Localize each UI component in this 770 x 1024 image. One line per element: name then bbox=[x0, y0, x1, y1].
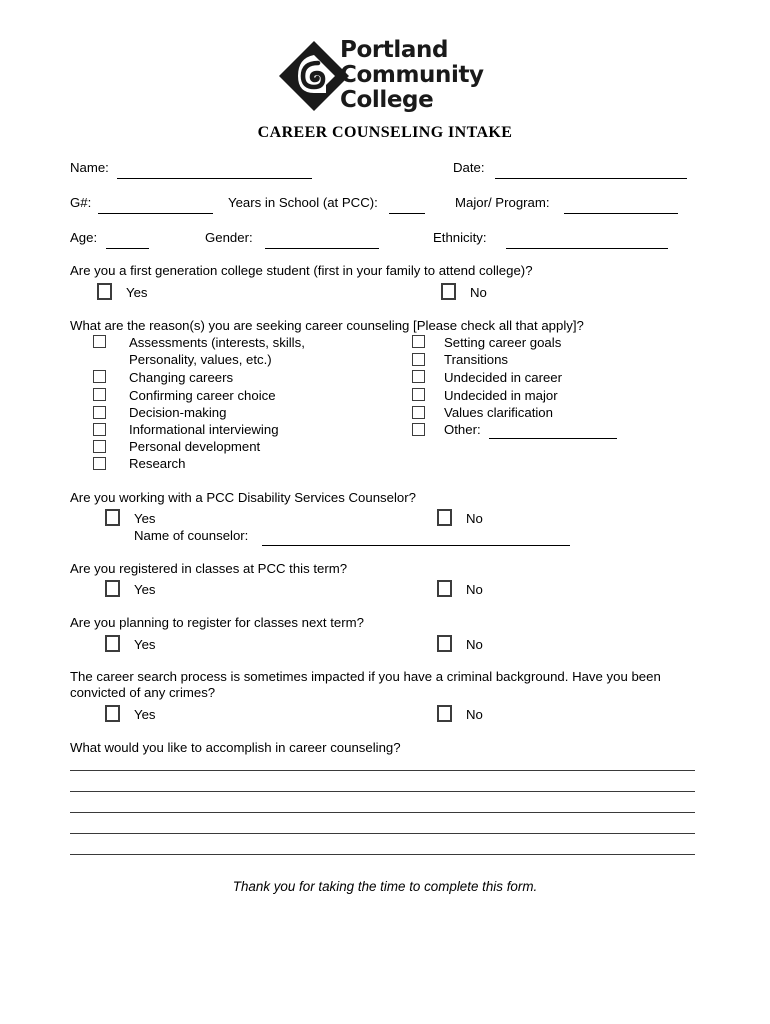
accomplish-answer-line-4[interactable] bbox=[70, 833, 695, 834]
reason-decision-making-checkbox[interactable] bbox=[93, 406, 106, 419]
major-program-label: Major/ Program: bbox=[455, 195, 550, 210]
years-in-school-label: Years in School (at PCC): bbox=[228, 195, 378, 210]
reason-personal-development-checkbox[interactable] bbox=[93, 440, 106, 453]
planning-next-term-question: Are you planning to register for classes… bbox=[70, 615, 364, 630]
age-input[interactable] bbox=[106, 248, 149, 249]
page-title: CAREER COUNSELING INTAKE bbox=[257, 124, 513, 141]
reason-setting-career-goals-checkbox[interactable] bbox=[412, 335, 425, 348]
reason-other-label: Other: bbox=[444, 422, 481, 437]
accomplish-question: What would you like to accomplish in car… bbox=[70, 740, 401, 755]
registered-this-term-yes-label: Yes bbox=[134, 582, 156, 597]
gender-input[interactable] bbox=[265, 248, 379, 249]
reason-informational-interviewing-label: Informational interviewing bbox=[129, 422, 279, 437]
registered-this-term-yes-checkbox[interactable] bbox=[105, 580, 120, 597]
age-label: Age: bbox=[70, 230, 98, 245]
reason-undecided-in-career-checkbox[interactable] bbox=[412, 370, 425, 383]
accomplish-answer-line-1[interactable] bbox=[70, 770, 695, 771]
reason-confirming-career-choice-checkbox[interactable] bbox=[93, 388, 106, 401]
first-generation-yes-checkbox[interactable] bbox=[97, 283, 112, 300]
reason-assessments-label-line1: Assessments (interests, skills, bbox=[129, 335, 305, 350]
reason-informational-interviewing-checkbox[interactable] bbox=[93, 423, 106, 436]
reason-values-clarification-checkbox[interactable] bbox=[412, 406, 425, 419]
reason-changing-careers-checkbox[interactable] bbox=[93, 370, 106, 383]
pcc-logo-wordmark: Portland Community College bbox=[340, 38, 484, 113]
counselor-name-label: Name of counselor: bbox=[134, 528, 249, 543]
name-label: Name: bbox=[70, 160, 109, 175]
reason-transitions-checkbox[interactable] bbox=[412, 353, 425, 366]
ethnicity-label: Ethnicity: bbox=[433, 230, 487, 245]
date-input[interactable] bbox=[495, 178, 687, 179]
form-page: Portland Community College CAREER COUNSE… bbox=[0, 0, 770, 1024]
disability-services-yes-checkbox[interactable] bbox=[105, 509, 120, 526]
ethnicity-input[interactable] bbox=[506, 248, 668, 249]
reason-research-label: Research bbox=[129, 456, 186, 471]
reason-confirming-career-choice-label: Confirming career choice bbox=[129, 388, 276, 403]
disability-services-question: Are you working with a PCC Disability Se… bbox=[70, 490, 416, 505]
accomplish-answer-line-2[interactable] bbox=[70, 791, 695, 792]
disability-services-no-label: No bbox=[466, 511, 483, 526]
thank-you-note: Thank you for taking the time to complet… bbox=[232, 879, 538, 894]
gnumber-input[interactable] bbox=[98, 213, 213, 214]
accomplish-answer-line-5[interactable] bbox=[70, 854, 695, 855]
reasons-question: What are the reason(s) you are seeking c… bbox=[70, 318, 584, 333]
reason-changing-careers-label: Changing careers bbox=[129, 370, 234, 385]
first-generation-question: Are you a first generation college stude… bbox=[70, 263, 533, 278]
logo-line-community: Community bbox=[340, 62, 484, 88]
counselor-name-input[interactable] bbox=[262, 545, 570, 546]
reason-setting-career-goals-label: Setting career goals bbox=[444, 335, 562, 350]
criminal-background-no-label: No bbox=[466, 707, 483, 722]
date-label: Date: bbox=[453, 160, 485, 175]
criminal-background-question: The career search process is sometimes i… bbox=[70, 669, 661, 700]
planning-next-term-no-checkbox[interactable] bbox=[437, 635, 452, 652]
reason-undecided-in-major-checkbox[interactable] bbox=[412, 388, 425, 401]
pcc-logo: Portland Community College bbox=[278, 38, 498, 116]
accomplish-answer-line-3[interactable] bbox=[70, 812, 695, 813]
reason-other-checkbox[interactable] bbox=[412, 423, 425, 436]
years-in-school-input[interactable] bbox=[389, 213, 425, 214]
criminal-background-yes-checkbox[interactable] bbox=[105, 705, 120, 722]
planning-next-term-yes-checkbox[interactable] bbox=[105, 635, 120, 652]
registered-this-term-no-checkbox[interactable] bbox=[437, 580, 452, 597]
first-generation-no-checkbox[interactable] bbox=[441, 283, 456, 300]
disability-services-no-checkbox[interactable] bbox=[437, 509, 452, 526]
major-program-input[interactable] bbox=[564, 213, 678, 214]
reason-assessments-label-line2: Personality, values, etc.) bbox=[129, 352, 272, 367]
reason-undecided-in-career-label: Undecided in career bbox=[444, 370, 563, 385]
reason-decision-making-label: Decision-making bbox=[129, 405, 227, 420]
gender-label: Gender: bbox=[205, 230, 253, 245]
reason-transitions-label: Transitions bbox=[444, 352, 509, 367]
disability-services-yes-label: Yes bbox=[134, 511, 156, 526]
reason-assessments-checkbox[interactable] bbox=[93, 335, 106, 348]
criminal-background-yes-label: Yes bbox=[134, 707, 156, 722]
reason-undecided-in-major-label: Undecided in major bbox=[444, 388, 558, 403]
registered-this-term-no-label: No bbox=[466, 582, 483, 597]
first-generation-yes-label: Yes bbox=[126, 285, 148, 300]
gnumber-label: G#: bbox=[70, 195, 92, 210]
planning-next-term-no-label: No bbox=[466, 637, 483, 652]
logo-line-portland: Portland bbox=[340, 37, 449, 63]
reason-personal-development-label: Personal development bbox=[129, 439, 261, 454]
name-input[interactable] bbox=[117, 178, 312, 179]
criminal-background-no-checkbox[interactable] bbox=[437, 705, 452, 722]
registered-this-term-question: Are you registered in classes at PCC thi… bbox=[70, 561, 348, 576]
logo-line-college: College bbox=[340, 87, 434, 113]
first-generation-no-label: No bbox=[470, 285, 487, 300]
reason-research-checkbox[interactable] bbox=[93, 457, 106, 470]
reason-other-input[interactable] bbox=[489, 438, 617, 439]
reason-values-clarification-label: Values clarification bbox=[444, 405, 553, 420]
planning-next-term-yes-label: Yes bbox=[134, 637, 156, 652]
